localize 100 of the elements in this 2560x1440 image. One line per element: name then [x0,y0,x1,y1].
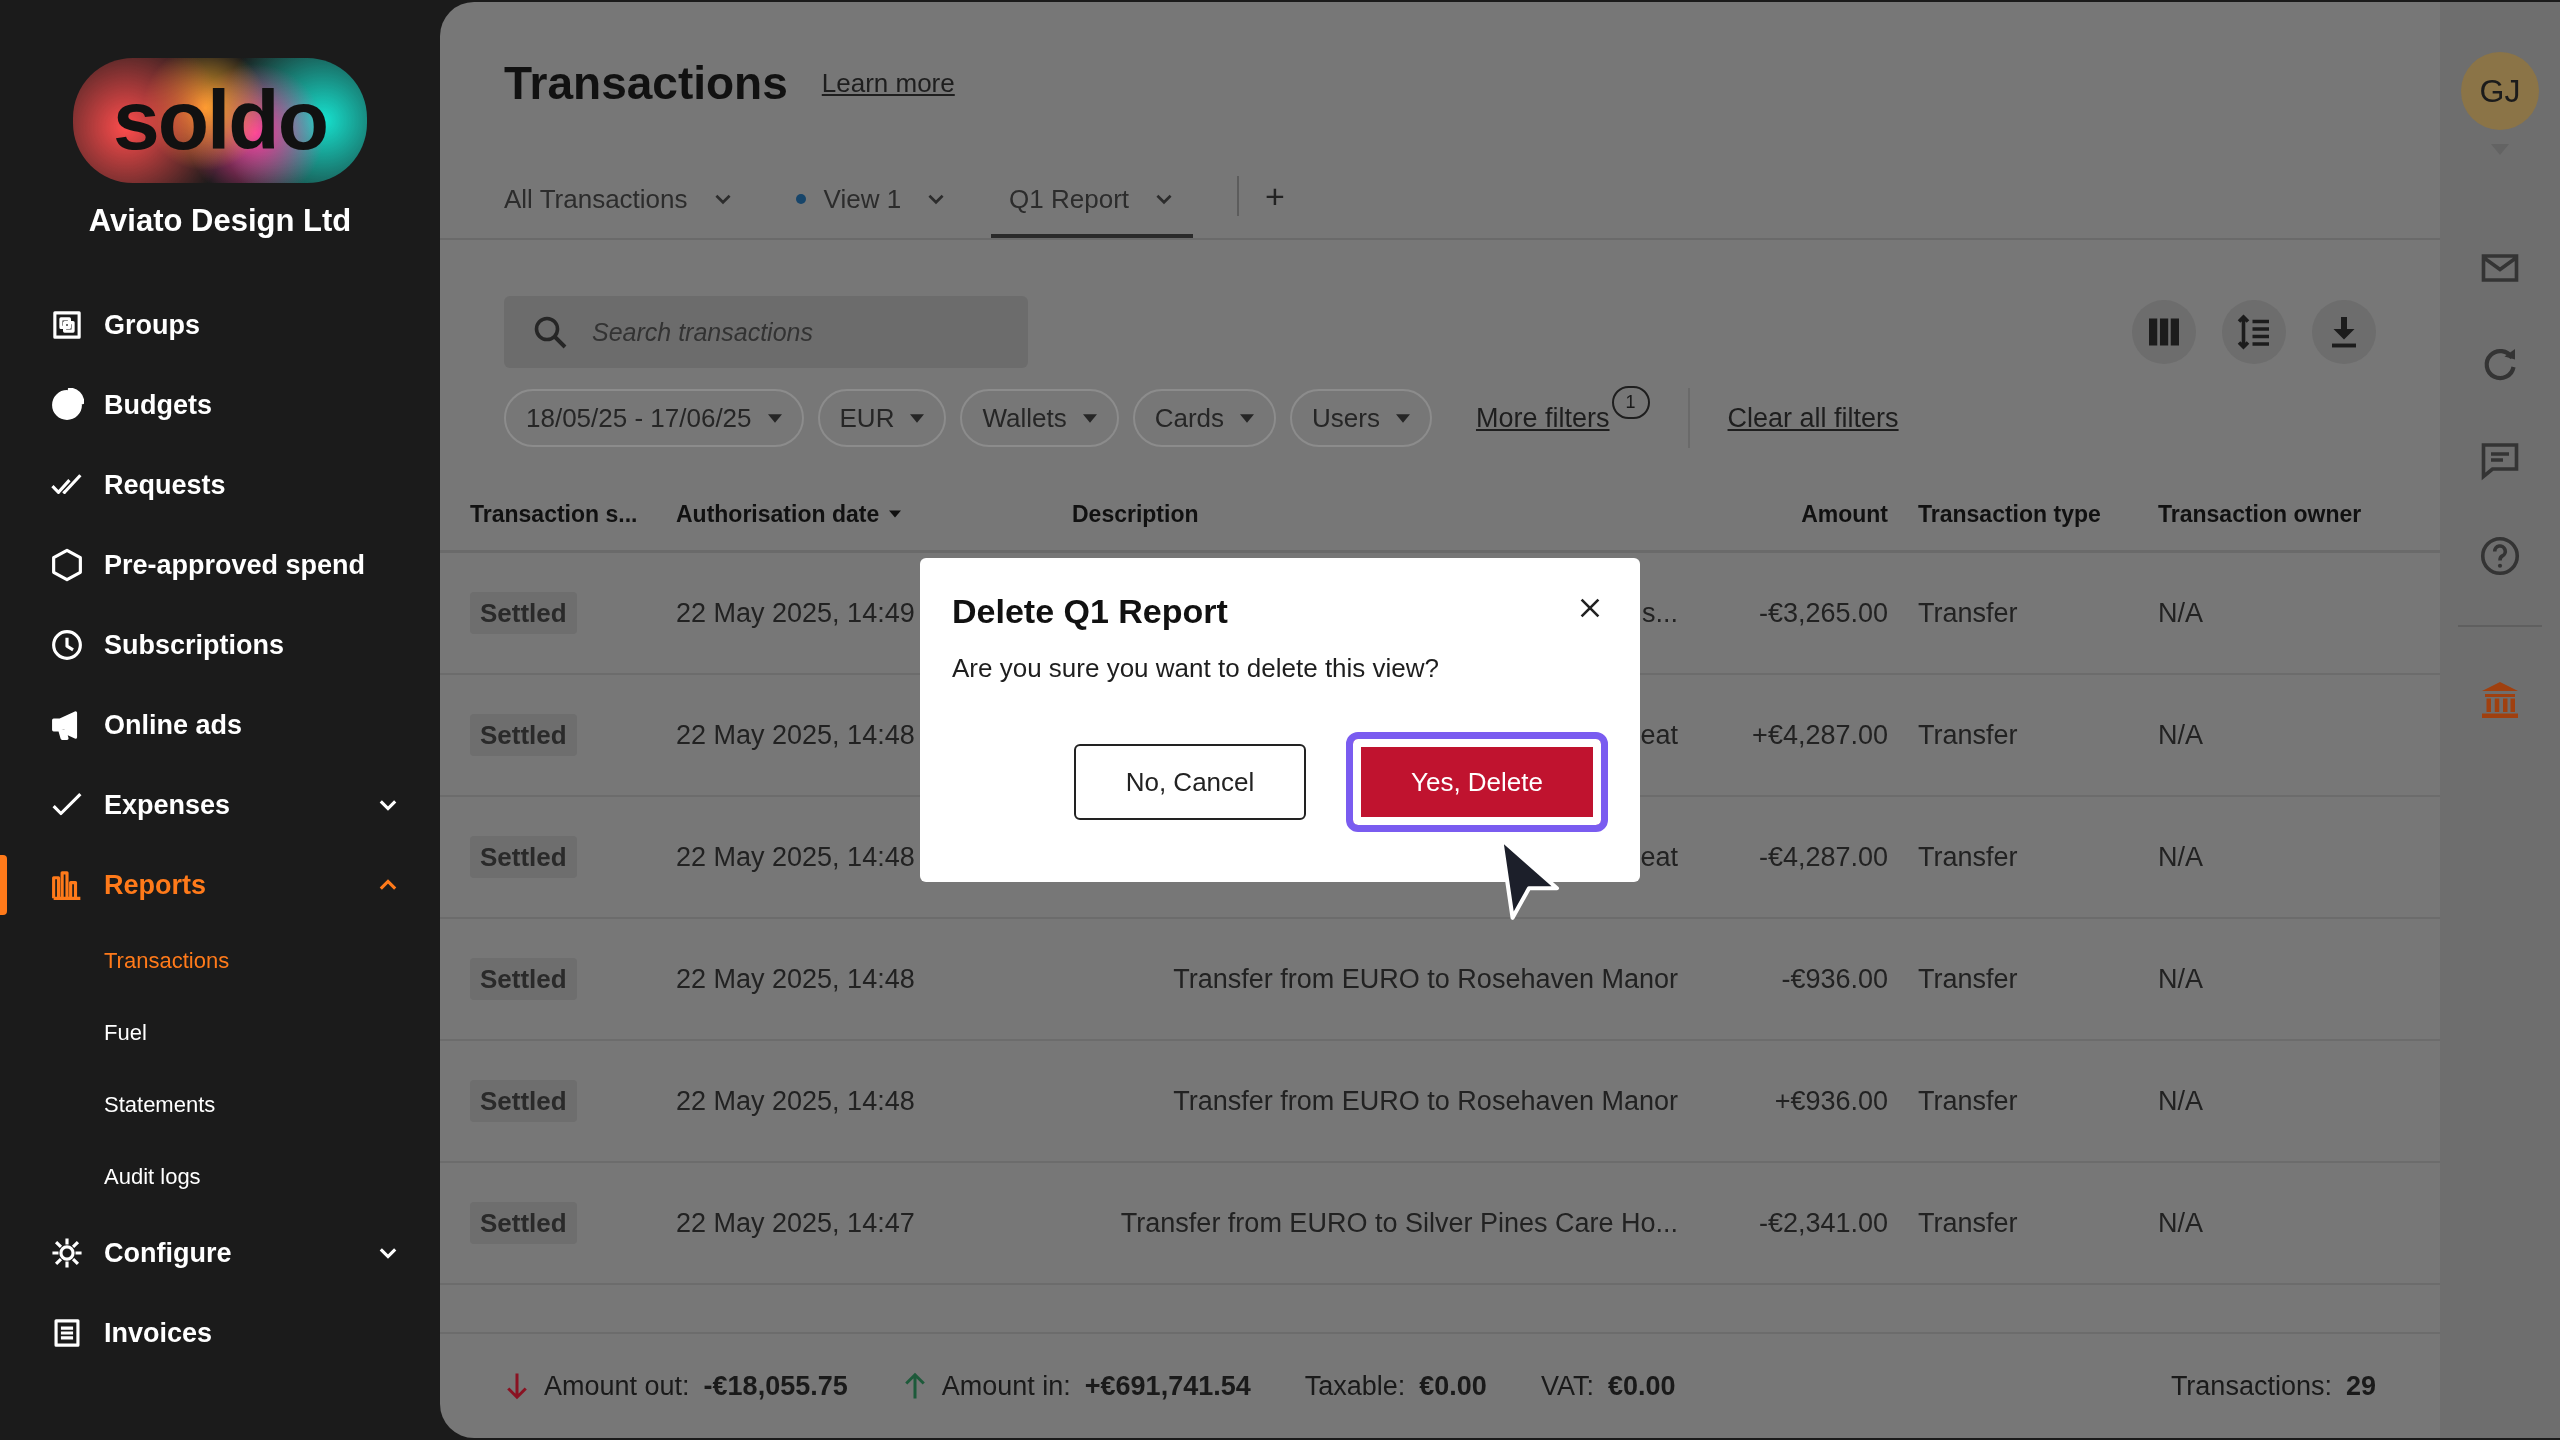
summary-value: €0.00 [1607,1370,1676,1402]
table-cell: 22 May 2025, 14:48 [676,719,915,751]
nav-subitem[interactable]: Audit logs [0,1141,440,1213]
search-icon [532,314,568,350]
filter-dropdown[interactable]: Users [1290,389,1432,447]
summary-value: -€18,055.75 [703,1370,848,1402]
tab-label: View 1 [823,183,902,215]
summary-label: VAT: [1540,1370,1594,1402]
table-cell: N/A [2158,597,2203,629]
column-header[interactable]: Transaction type [1888,500,2158,528]
view-tab[interactable]: View 1 [795,164,966,238]
nav-icon [50,1236,84,1270]
caret-icon [1240,413,1255,423]
table-cell: N/A [2158,1085,2203,1117]
table-cell: +€4,287.00 [1752,719,1888,751]
nav-item[interactable]: Online ads [0,685,440,765]
table-cell: N/A [2158,1207,2203,1239]
view-tab[interactable]: Q1 Report [991,164,1194,238]
table-cell-text: Transfer [1917,841,2018,873]
column-header[interactable]: Authorisation date [676,500,1072,528]
table-cell: 22 May 2025, 14:47 [676,1207,915,1239]
add-tab-button[interactable]: + [1239,164,1311,238]
column-header[interactable]: Transaction s... [470,500,676,528]
column-header[interactable]: Amount [1700,500,1888,528]
nav-item[interactable]: Expenses [0,765,440,845]
summary-value: €0.00 [1419,1370,1487,1402]
table-cell: +€936.00 [1774,1085,1888,1117]
dialog-message: Are you sure you want to delete this view? [952,653,1441,684]
tab-label: All Transactions [504,183,688,215]
status-tag: Settled [470,1079,577,1122]
nav-item[interactable]: Invoices [0,1293,440,1373]
search-input[interactable]: Search transactions [590,316,1000,348]
table-cell: -€936.00 [1781,963,1888,995]
learn-more-link[interactable]: Learn more [821,67,955,99]
caret-icon [910,413,925,423]
table-cell: N/A [2158,963,2203,995]
tab-label: Q1 Report [1009,183,1130,215]
sort-caret-icon [889,510,902,518]
nav-item[interactable]: Pre-approved spend [0,525,440,605]
more-filters-link[interactable]: More filters [1476,402,1610,434]
nav-icon [50,628,84,662]
filter-dropdown[interactable]: Wallets [960,389,1119,447]
status-tag: Settled [470,713,577,756]
filter-dropdown[interactable]: 18/05/25 - 17/06/25 [504,389,804,447]
table-cell: -€2,341.00 [1758,1207,1888,1239]
nav-subitem[interactable]: Statements [0,1069,440,1141]
summary-label: Transactions: [2170,1370,2332,1402]
filter-dropdown[interactable]: EUR [817,389,947,447]
help-icon[interactable] [2479,535,2521,577]
delete-button[interactable]: Yes, Delete [1346,732,1608,832]
nav-subitem[interactable]: Fuel [0,997,440,1069]
clear-filters-link[interactable]: Clear all filters [1727,402,1899,434]
summary-value: 29 [2345,1370,2376,1402]
caret-icon [1396,413,1410,423]
table-cell: 22 May 2025, 14:49 [676,597,915,629]
nav-item[interactable]: Groups [0,285,440,365]
arrow-down-icon [504,1371,530,1401]
status-tag: Settled [470,957,577,1000]
cancel-button[interactable]: No, Cancel [1074,744,1306,820]
nav-icon [50,308,84,342]
search-bar[interactable]: Search transactions [504,296,1028,368]
table-cell: s... [1642,597,1678,629]
column-header[interactable]: Transaction owner [2158,500,2440,528]
column-header[interactable]: Description [1072,500,1700,528]
nav-item[interactable]: Reports [0,845,440,925]
summary-value: +€691,741.54 [1084,1370,1251,1402]
table-cell: N/A [2158,719,2203,751]
caret-icon [767,413,782,423]
nav-subitem[interactable]: Transactions [0,925,440,997]
table-cell: -€4,287.00 [1758,841,1888,873]
status-tag: Settled [470,591,577,634]
table-cell: eat [1640,719,1678,751]
table-cell: Transfer from EURO to Rosehaven Manor [1173,1085,1678,1117]
table-cell-text: Transfer [1917,719,2018,751]
nav-item[interactable]: Subscriptions [0,605,440,685]
dialog-title: Delete Q1 Report [952,592,1228,631]
table-cell: Transfer from EURO to Rosehaven Manor [1173,963,1678,995]
status-tag: Settled [470,835,577,878]
nav-item[interactable]: Budgets [0,365,440,445]
nav-item[interactable]: Requests [0,445,440,525]
filter-dropdown[interactable]: Cards [1132,389,1277,447]
table-cell: eat [1640,841,1678,873]
table-cell: 22 May 2025, 14:48 [676,841,915,873]
page-title: Transactions [504,56,788,110]
table-cell: Transfer from EURO to Silver Pines Care Ho... [1120,1207,1678,1239]
view-tab[interactable]: All Transactions [504,164,752,238]
summary-label: Taxable: [1304,1370,1406,1402]
table-cell-text: Transfer [1917,597,2018,629]
company-name: Aviato Design Ltd [87,203,353,239]
avatar[interactable]: GJ [2461,52,2539,130]
nav-icon [50,388,84,422]
table-cell-text: Transfer [1917,1207,2018,1239]
table-cell: -€3,265.00 [1758,597,1888,629]
summary-label: Amount in: [941,1370,1071,1402]
nav-item[interactable]: Configure [0,1213,440,1293]
table-cell: 22 May 2025, 14:48 [676,963,915,995]
table-cell: 22 May 2025, 14:48 [676,1085,915,1117]
summary-label: Amount out: [544,1370,690,1402]
caret-icon [1082,413,1097,423]
filter-count-badge: 1 [1611,385,1650,419]
